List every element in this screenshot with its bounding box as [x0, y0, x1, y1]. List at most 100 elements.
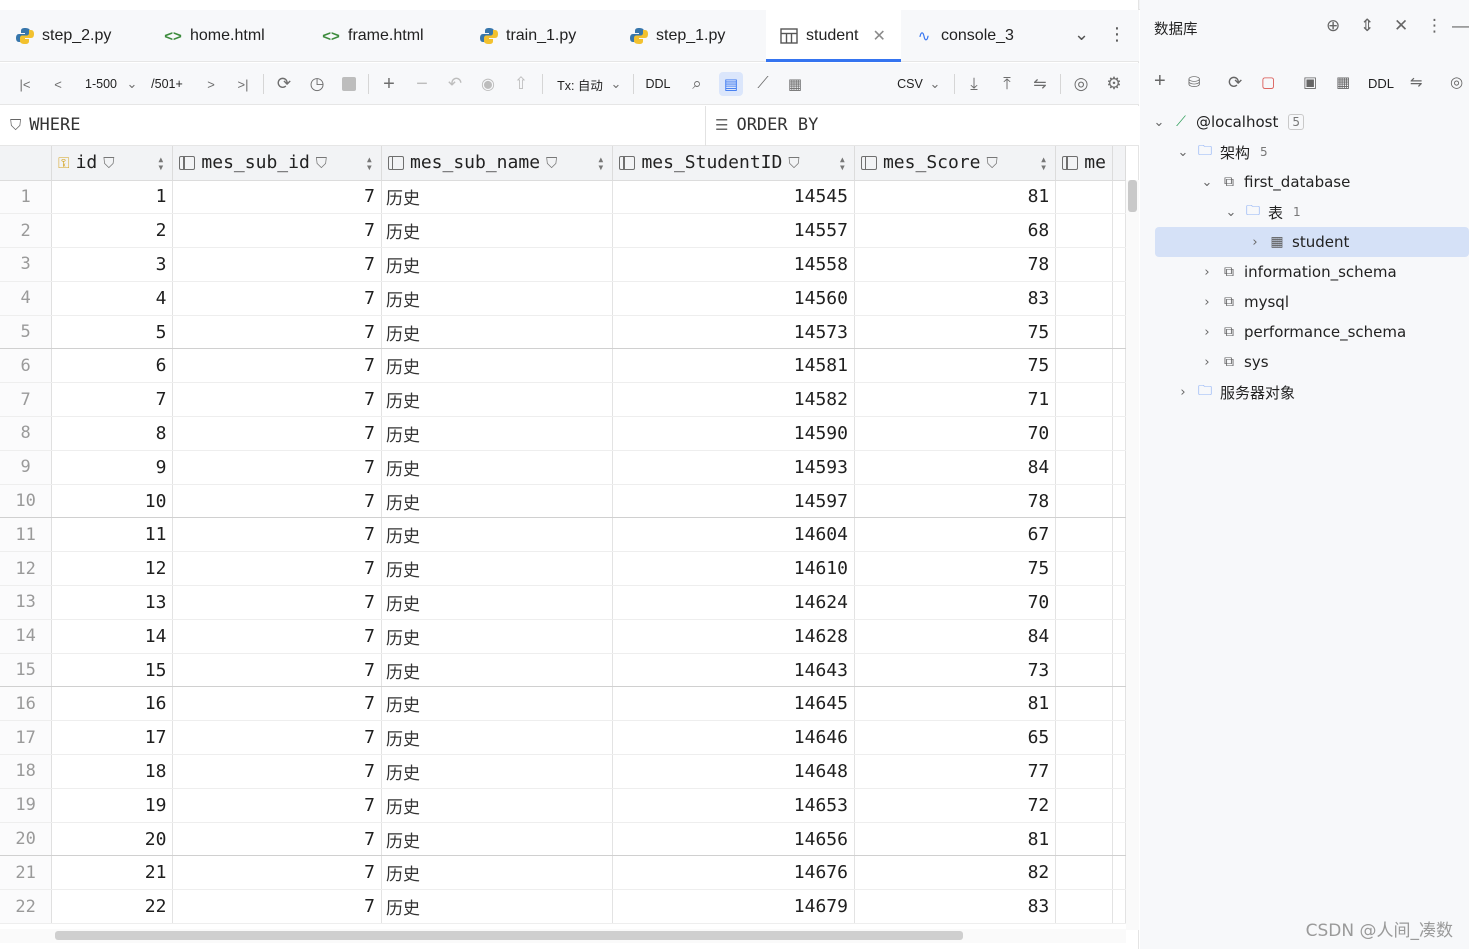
cell-mes-studentid[interactable]: 14624 [612, 585, 855, 620]
row-number-cell[interactable]: 20 [0, 822, 53, 857]
cell-mes-score[interactable]: 72 [854, 788, 1057, 823]
cell-id[interactable]: 5 [51, 315, 174, 350]
tree-node-server-objects[interactable]: › 🗀 服务器对象 [1176, 377, 1295, 407]
chevron-down-icon[interactable]: ⌄ [608, 72, 624, 96]
table-row[interactable]: 9 9 7 历史 14593 84 [0, 450, 1126, 485]
add-icon[interactable]: + [1154, 70, 1166, 93]
tree-node-performance-schema[interactable]: › ⧉ performance_schema [1200, 317, 1406, 347]
tree-node-tables[interactable]: ⌄ 🗀 表 1 [1224, 197, 1301, 227]
table-row[interactable]: 3 3 7 历史 14558 78 [0, 247, 1126, 282]
chevron-right-icon[interactable]: › [1200, 265, 1214, 280]
table-row[interactable]: 5 5 7 历史 14573 75 [0, 315, 1126, 350]
cell-mes-sub-id[interactable]: 7 [172, 348, 382, 384]
row-number-cell[interactable]: 11 [0, 517, 53, 553]
eye-icon[interactable]: ◎ [1450, 73, 1463, 91]
table-row[interactable]: 12 12 7 历史 14610 75 [0, 551, 1126, 587]
cell-mes-score[interactable]: 65 [854, 720, 1057, 756]
tree-node-mysql[interactable]: › ⧉ mysql [1200, 287, 1289, 317]
scroll-thumb[interactable] [1128, 180, 1137, 212]
cell-mes-score[interactable]: 81 [854, 180, 1057, 215]
submit-icon[interactable]: ⇧ [510, 72, 532, 96]
console-icon[interactable]: ▣ [1303, 73, 1317, 91]
cell-mes-sub-name[interactable]: 历史 [381, 855, 614, 891]
cell-me[interactable] [1055, 822, 1113, 857]
cell-id[interactable]: 7 [51, 382, 174, 418]
sort-icon[interactable]: ▴ ▾ [597, 153, 604, 173]
row-number-cell[interactable]: 19 [0, 788, 53, 823]
refresh-icon[interactable]: ⟳ [1228, 73, 1242, 93]
cell-mes-studentid[interactable]: 14676 [612, 855, 855, 891]
cell-mes-sub-name[interactable]: 历史 [381, 484, 614, 519]
cell-mes-score[interactable]: 75 [854, 315, 1057, 350]
cell-mes-score[interactable]: 83 [854, 281, 1057, 316]
chevron-right-icon[interactable]: › [1200, 295, 1214, 310]
cell-mes-sub-id[interactable]: 7 [172, 551, 382, 587]
chevron-down-icon[interactable]: ⌄ [927, 72, 943, 96]
cell-me[interactable] [1055, 855, 1113, 891]
cell-mes-sub-name[interactable]: 历史 [381, 551, 614, 587]
table-row[interactable]: 18 18 7 历史 14648 77 [0, 754, 1126, 789]
cell-mes-sub-id[interactable]: 7 [172, 416, 382, 451]
cell-mes-score[interactable]: 77 [854, 754, 1057, 789]
cell-mes-studentid[interactable]: 14646 [612, 720, 855, 756]
row-number-cell[interactable]: 16 [0, 686, 53, 722]
sort-icon[interactable]: ▴ ▾ [1040, 153, 1047, 173]
column-header-mes-sub-name[interactable]: mes_sub_name ⛉ ▴ ▾ [381, 146, 614, 181]
row-number-cell[interactable]: 6 [0, 348, 53, 384]
cell-mes-sub-name[interactable]: 历史 [381, 653, 614, 688]
column-header-mes-sub-id[interactable]: mes_sub_id ⛉ ▴ ▾ [172, 146, 382, 181]
vertical-scrollbar[interactable] [1126, 180, 1139, 930]
table-row[interactable]: 8 8 7 历史 14590 70 [0, 416, 1126, 451]
cell-mes-studentid[interactable]: 14593 [612, 450, 855, 485]
row-number-cell[interactable]: 13 [0, 585, 53, 620]
cell-me[interactable] [1055, 281, 1113, 316]
cell-mes-sub-id[interactable]: 7 [172, 889, 382, 925]
cell-id[interactable]: 14 [51, 619, 174, 654]
cell-mes-sub-id[interactable]: 7 [172, 450, 382, 485]
column-header-mes-studentid[interactable]: mes_StudentID ⛉ ▴ ▾ [612, 146, 855, 181]
cell-id[interactable]: 1 [51, 180, 174, 215]
table-row[interactable]: 7 7 7 历史 14582 71 [0, 382, 1126, 418]
history-icon[interactable]: ◷ [305, 72, 329, 96]
ddl-button[interactable]: DDL [642, 72, 674, 96]
cell-me[interactable] [1055, 213, 1113, 249]
ddl-button[interactable]: DDL [1368, 76, 1394, 91]
row-number-cell[interactable]: 22 [0, 889, 53, 925]
cell-me[interactable] [1055, 754, 1113, 789]
cell-mes-sub-name[interactable]: 历史 [381, 754, 614, 789]
crosshair-icon[interactable]: ⊕ [1326, 16, 1340, 36]
cell-mes-score[interactable]: 70 [854, 585, 1057, 620]
chevron-right-icon[interactable]: › [1200, 355, 1214, 370]
total-rows[interactable]: /501+ [146, 72, 188, 96]
tree-node-schemas[interactable]: ⌄ 🗀 架构 5 [1176, 137, 1268, 167]
sort-icon[interactable]: ▴ ▾ [366, 153, 373, 173]
row-number-cell[interactable]: 18 [0, 754, 53, 789]
export-format[interactable]: CSV [895, 72, 925, 96]
cell-id[interactable]: 18 [51, 754, 174, 789]
table-row[interactable]: 17 17 7 历史 14646 65 [0, 720, 1126, 756]
cell-mes-studentid[interactable]: 14679 [612, 889, 855, 925]
cell-mes-studentid[interactable]: 14590 [612, 416, 855, 451]
chevron-right-icon[interactable]: › [1248, 235, 1262, 250]
cell-mes-studentid[interactable]: 14560 [612, 281, 855, 316]
tab-frame-html[interactable]: <> frame.html [308, 10, 466, 62]
cell-mes-sub-id[interactable]: 7 [172, 382, 382, 418]
cell-id[interactable]: 15 [51, 653, 174, 688]
orderby-filter[interactable]: ☰ ORDER BY [715, 115, 818, 135]
sort-icon[interactable]: ▴ ▾ [157, 153, 164, 173]
cell-mes-sub-name[interactable]: 历史 [381, 450, 614, 485]
row-number-cell[interactable]: 17 [0, 720, 53, 756]
cell-mes-score[interactable]: 75 [854, 551, 1057, 587]
cell-mes-score[interactable]: 78 [854, 247, 1057, 282]
refresh-icon[interactable]: ⟳ [272, 72, 296, 96]
close-icon[interactable]: ✕ [872, 26, 885, 46]
cell-mes-studentid[interactable]: 14581 [612, 348, 855, 384]
cell-me[interactable] [1055, 180, 1113, 215]
table-row[interactable]: 20 20 7 历史 14656 81 [0, 822, 1126, 857]
cell-mes-score[interactable]: 70 [854, 416, 1057, 451]
where-filter[interactable]: ⛉ WHERE [10, 115, 80, 135]
more-vertical-icon[interactable]: ⋮ [1426, 16, 1443, 36]
column-header-me[interactable]: me [1055, 146, 1113, 181]
cell-id[interactable]: 21 [51, 855, 174, 891]
cell-id[interactable]: 9 [51, 450, 174, 485]
